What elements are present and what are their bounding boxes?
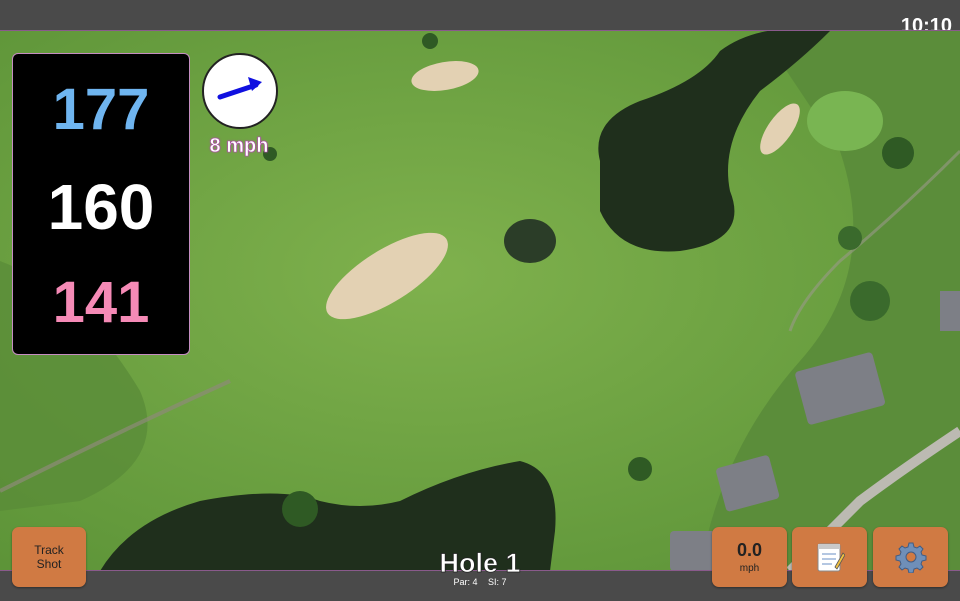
middle-yardage: 160: [47, 171, 155, 243]
hole-stroke-index: SI: 7: [488, 577, 507, 587]
track-shot-label-line1: Track: [34, 543, 64, 557]
track-shot-button[interactable]: Track Shot: [12, 527, 86, 587]
settings-button[interactable]: [873, 527, 948, 587]
yardage-panel: 177 160 141: [12, 53, 190, 355]
wind-indicator[interactable]: [202, 53, 278, 129]
wind-arrow-icon: [217, 77, 262, 100]
hole-info: Par: 4 SI: 7: [380, 577, 580, 587]
gear-icon: [895, 542, 926, 573]
speed-unit: mph: [739, 563, 760, 574]
status-bar: 10:10: [0, 0, 960, 37]
track-shot-label-line2: Shot: [36, 557, 62, 571]
hole-map[interactable]: 177 160 141 8 mph: [0, 30, 960, 571]
hole-title: Hole 1: [439, 548, 521, 579]
speed-value: 0.0: [736, 540, 763, 560]
speed-button[interactable]: 0.0 mph: [712, 527, 787, 587]
notepad-icon: [817, 543, 845, 572]
notes-button[interactable]: [792, 527, 867, 587]
back-yardage: 177: [52, 77, 150, 142]
front-yardage: 141: [52, 270, 150, 335]
wind-speed-label: 8 mph: [209, 135, 269, 158]
hole-par: Par: 4: [453, 577, 478, 587]
